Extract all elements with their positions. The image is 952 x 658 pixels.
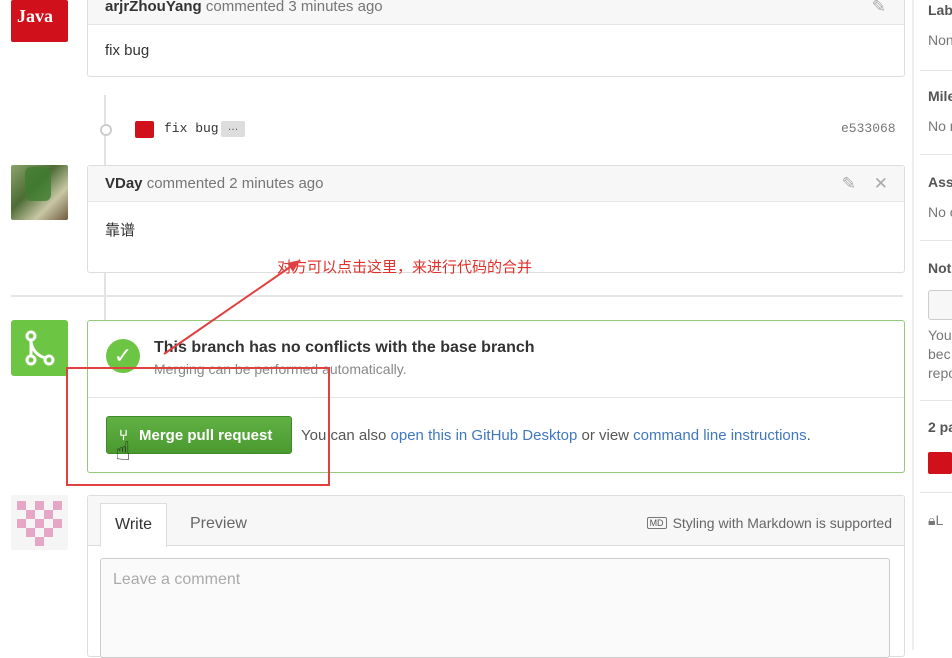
sidebar-milestone-value: No m xyxy=(928,118,952,134)
sidebar-notif-line3: repo xyxy=(928,365,952,381)
sidebar-labels-heading[interactable]: Lab xyxy=(928,2,952,18)
editor-tab-bar: Write Preview MD Styling with Markdown is… xyxy=(88,496,904,547)
sidebar-notif-line1: You xyxy=(928,327,952,343)
sidebar-divider xyxy=(920,400,952,401)
sidebar-assignee-value: No o xyxy=(928,204,952,220)
comment-editor: Write Preview MD Styling with Markdown is… xyxy=(87,495,905,658)
sidebar-divider xyxy=(920,154,952,155)
sidebar-divider xyxy=(920,240,952,241)
sidebar-divider xyxy=(920,492,952,493)
tab-preview[interactable]: Preview xyxy=(176,503,261,545)
subscribe-button[interactable] xyxy=(928,290,952,320)
markdown-note-text: Styling with Markdown is supported xyxy=(672,515,892,531)
participant-avatar[interactable] xyxy=(928,452,952,474)
sidebar-notifications-heading: Not xyxy=(928,260,952,276)
markdown-note[interactable]: MD Styling with Markdown is supported xyxy=(646,515,892,531)
sidebar-milestone-heading[interactable]: Mile xyxy=(928,88,952,104)
comment-textarea[interactable]: Leave a comment xyxy=(100,558,890,658)
lock-conversation-link[interactable]: 🔒︎L xyxy=(928,512,943,529)
sidebar-notif-line2: bec xyxy=(928,346,951,362)
sidebar-border xyxy=(912,0,914,650)
tab-write[interactable]: Write xyxy=(100,503,168,547)
sidebar-labels-value: Non xyxy=(928,32,952,48)
lock-text: L xyxy=(935,512,944,528)
sidebar-participants-heading: 2 pa xyxy=(928,419,952,435)
markdown-icon: MD xyxy=(646,517,667,529)
avatar-identicon[interactable] xyxy=(11,495,68,550)
sidebar-divider xyxy=(920,70,952,71)
sidebar-assignee-heading[interactable]: Ass xyxy=(928,174,952,190)
